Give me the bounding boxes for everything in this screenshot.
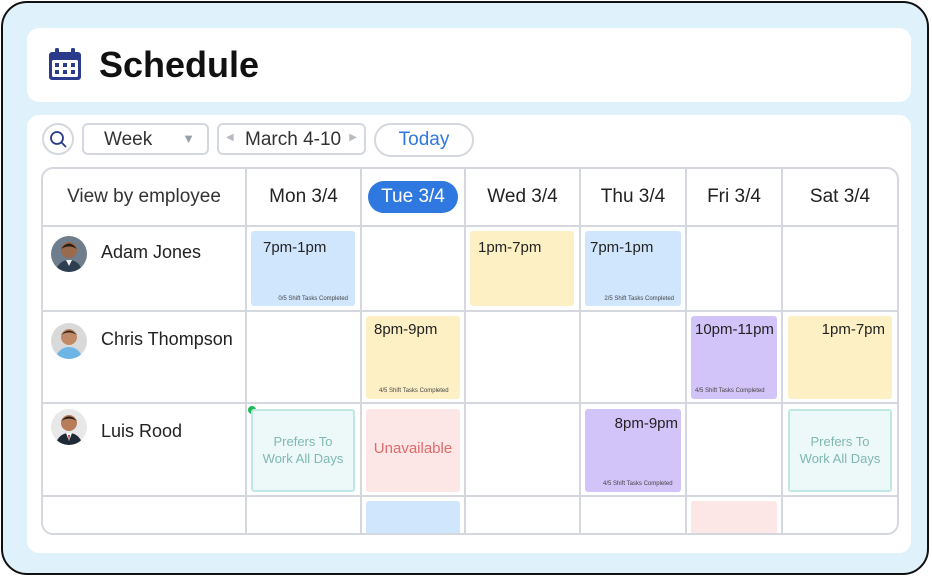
- shift-tasks-status: 0/5 Shift Tasks Completed: [278, 296, 348, 302]
- shift-card[interactable]: 1pm-7pm: [470, 231, 574, 306]
- schedule-grid: View by employee Mon 3/4 Tue 3/4 Wed 3/4…: [41, 167, 899, 535]
- day-header-fri[interactable]: Fri 3/4: [687, 169, 781, 225]
- search-button[interactable]: [42, 123, 74, 155]
- date-range-label: March 4-10: [245, 129, 342, 150]
- avatar: [51, 236, 87, 272]
- employee-name: Adam Jones: [101, 242, 202, 262]
- avatar: [51, 409, 87, 445]
- view-select[interactable]: Week ▼: [82, 123, 209, 155]
- shift-tasks-status: 4/5 Shift Tasks Completed: [695, 388, 765, 394]
- schedule-panel: Week ▼ ◀ March 4-10 ▶ Today View by empl…: [27, 115, 911, 553]
- next-week-icon[interactable]: ▶: [349, 132, 357, 143]
- shift-card[interactable]: 10pm-11pm 4/5 Shift Tasks Completed: [691, 316, 777, 399]
- preference-note: Prefers To: [810, 434, 870, 449]
- employee-row-luis-rood[interactable]: Luis Rood: [43, 404, 245, 495]
- date-range-nav: ◀ March 4-10 ▶: [217, 123, 366, 155]
- shift-time: 7pm-1pm: [263, 239, 327, 256]
- shift-time: 8pm-9pm: [614, 415, 678, 432]
- today-day-pill: Tue 3/4: [368, 181, 458, 213]
- preference-note: Work All Days: [799, 451, 881, 466]
- search-icon: [50, 131, 67, 148]
- shift-tasks-status: 4/5 Shift Tasks Completed: [603, 481, 673, 487]
- employee-row-chris-thompson[interactable]: Chris Thompson: [43, 312, 245, 402]
- app-frame: Schedule Week ▼ ◀ March 4-10 ▶ Today Vie…: [1, 1, 929, 575]
- unavailable-label: Unavailable: [373, 440, 453, 457]
- page-title: Schedule: [99, 44, 260, 85]
- day-header-wed[interactable]: Wed 3/4: [466, 169, 579, 225]
- shift-card[interactable]: 8pm-9pm 4/5 Shift Tasks Completed: [366, 316, 460, 399]
- view-by-employee-label: View by employee: [67, 186, 221, 207]
- shift-card[interactable]: 7pm-1pm 0/5 Shift Tasks Completed: [251, 231, 355, 306]
- preference-card[interactable]: Prefers To Work All Days: [251, 409, 355, 492]
- previous-week-icon[interactable]: ◀: [226, 132, 234, 143]
- view-select-value: Week: [104, 129, 153, 150]
- preference-note: Work All Days: [262, 451, 344, 466]
- day-header-tue[interactable]: Tue 3/4: [362, 169, 464, 225]
- employee-name: Luis Rood: [101, 421, 183, 441]
- shift-time: 1pm-7pm: [478, 239, 542, 256]
- shift-tasks-status: 4/5 Shift Tasks Completed: [379, 388, 449, 394]
- header: Schedule: [27, 28, 911, 102]
- day-header-thu[interactable]: Thu 3/4: [581, 169, 685, 225]
- day-header-mon[interactable]: Mon 3/4: [247, 169, 360, 225]
- today-button[interactable]: Today: [374, 123, 474, 157]
- preference-card[interactable]: Prefers To Work All Days: [788, 409, 892, 492]
- chevron-down-icon: ▼: [182, 131, 195, 146]
- unavailable-card[interactable]: Unavailable: [366, 409, 460, 492]
- employee-row-adam-jones[interactable]: Adam Jones: [43, 227, 245, 310]
- shift-card[interactable]: [366, 501, 460, 533]
- shift-card[interactable]: 1pm-7pm: [788, 316, 892, 399]
- shift-time: 1pm-7pm: [821, 321, 885, 338]
- shift-tasks-status: 2/5 Shift Tasks Completed: [604, 296, 674, 302]
- shift-card[interactable]: 7pm-1pm 2/5 Shift Tasks Completed: [585, 231, 681, 306]
- shift-card[interactable]: 8pm-9pm 4/5 Shift Tasks Completed: [585, 409, 681, 492]
- calendar-icon: [49, 48, 81, 80]
- preference-note: Prefers To: [273, 434, 333, 449]
- day-header-sat[interactable]: Sat 3/4: [783, 169, 897, 225]
- shift-time: 8pm-9pm: [374, 321, 438, 338]
- employee-name: Chris Thompson: [101, 329, 233, 349]
- shift-time: 7pm-1pm: [590, 239, 654, 256]
- avatar: [51, 323, 87, 359]
- shift-card[interactable]: [691, 501, 777, 533]
- shift-time: 10pm-11pm: [695, 321, 774, 338]
